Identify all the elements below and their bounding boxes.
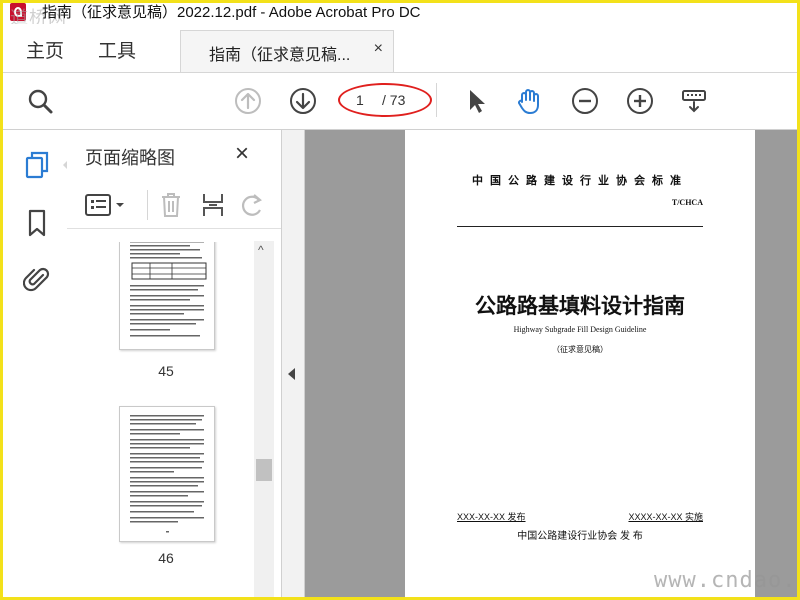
left-rail — [3, 130, 70, 597]
keyboard-icon[interactable] — [680, 87, 708, 115]
delete-icon[interactable] — [159, 192, 183, 218]
standard-organization-header: 中国公路建设行业协会标准 — [472, 174, 688, 187]
panel-toolbar — [67, 182, 281, 229]
rotate-icon[interactable] — [239, 192, 265, 218]
zoom-in-icon[interactable] — [626, 87, 654, 115]
tab-document-label: 指南（征求意见稿... — [209, 47, 351, 64]
previous-page-icon[interactable] — [234, 87, 262, 115]
draft-note: （征求意见稿） — [552, 345, 608, 354]
tab-bar: 主页 工具 指南（征求意见稿... × — [0, 24, 800, 73]
title-bar: 道桥网 指南（征求意见稿）2022.12.pdf - Adobe Acrobat… — [0, 0, 800, 29]
options-icon[interactable] — [85, 194, 127, 216]
thumbnail-page[interactable] — [119, 242, 215, 350]
toolbar: 1 / 73 — [0, 73, 800, 130]
document-view[interactable]: 中国公路建设行业协会标准 T/CHCA 公路路基填料设计指南 Highway S… — [305, 130, 797, 597]
thumbnail-page[interactable] — [119, 406, 215, 542]
select-cursor-icon[interactable] — [462, 87, 490, 115]
window-title: 指南（征求意见稿）2022.12.pdf - Adobe Acrobat Pro… — [42, 4, 421, 21]
toolbar-divider — [436, 83, 437, 117]
thumbnail-page-number: 45 — [158, 363, 174, 379]
thumbnail-list: 45 46 — [67, 242, 263, 597]
page-highlight-oval — [338, 83, 432, 117]
scrollbar-thumb[interactable] — [256, 459, 272, 481]
bookmark-icon[interactable] — [23, 208, 51, 238]
panel-collapse-strip[interactable] — [282, 130, 305, 597]
page-thumbnails-panel: 页面缩略图 × 45 46 — [67, 130, 282, 597]
scroll-up-icon[interactable]: ^ — [258, 243, 264, 257]
document-title: 公路路基填料设计指南 — [475, 294, 685, 318]
next-page-icon[interactable] — [289, 87, 317, 115]
zoom-out-icon[interactable] — [571, 87, 599, 115]
hand-tool-icon[interactable] — [515, 87, 543, 115]
collapse-arrow-icon[interactable] — [288, 368, 295, 380]
release-date: XXX-XX-XX 发布 — [457, 512, 526, 522]
tab-document[interactable]: 指南（征求意见稿... × — [180, 30, 394, 72]
close-panel-icon[interactable]: × — [235, 140, 249, 168]
pages-icon[interactable] — [23, 150, 51, 180]
search-icon[interactable] — [26, 87, 54, 115]
thumbnail-scrollbar[interactable]: ^ — [254, 241, 274, 597]
panel-title: 页面缩略图 — [85, 148, 175, 168]
publisher: 中国公路建设行业协会 发 布 — [517, 531, 643, 542]
attachment-icon[interactable] — [23, 264, 51, 294]
standard-code: T/CHCA — [671, 198, 703, 207]
panel-tools-divider — [147, 190, 148, 220]
extract-icon[interactable] — [201, 192, 225, 218]
close-tab-icon[interactable]: × — [374, 40, 383, 58]
header-rule — [457, 226, 703, 227]
tab-tools[interactable]: 工具 — [98, 36, 136, 63]
watermark-bottom-right: www.cndao. — [654, 568, 797, 593]
tab-home[interactable]: 主页 — [26, 36, 64, 63]
implementation-date: XXXX-XX-XX 实施 — [628, 512, 703, 522]
document-subtitle-en: Highway Subgrade Fill Design Guideline — [513, 325, 647, 334]
thumbnail-page-number: 46 — [158, 550, 174, 566]
document-page: 中国公路建设行业协会标准 T/CHCA 公路路基填料设计指南 Highway S… — [405, 130, 755, 597]
